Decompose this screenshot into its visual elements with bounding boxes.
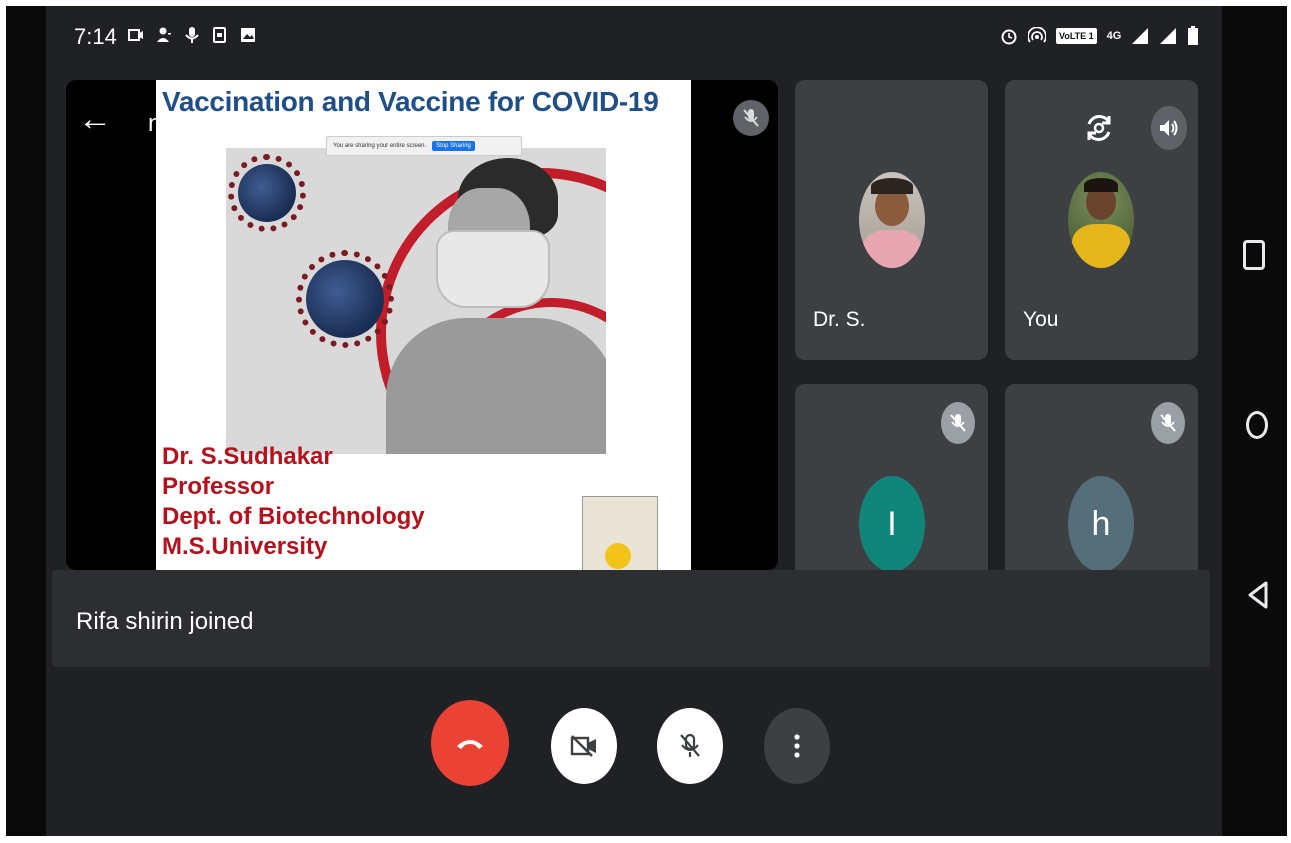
participant-name: You [1023, 308, 1059, 331]
alarm-icon [1001, 29, 1017, 45]
slide-person-body [386, 318, 606, 454]
audio-output-button[interactable] [1151, 106, 1187, 150]
virus-image [296, 250, 394, 348]
network-type: 4G [1106, 30, 1122, 42]
shared-slide: Vaccination and Vaccine for COVID-19 You… [156, 80, 691, 570]
mic-off-icon [941, 402, 975, 444]
slide-presenter-line: M.S.University [162, 533, 328, 560]
participant-name: Dr. S. [813, 308, 866, 331]
slide-person-mask [436, 230, 550, 308]
camera-toggle-button[interactable] [551, 708, 617, 784]
avatar: h [1068, 476, 1134, 570]
slide-presenter-line: Dr. S.Sudhakar [162, 443, 333, 470]
end-call-button[interactable] [431, 700, 509, 786]
mic-off-icon [1151, 402, 1185, 444]
hotspot-icon [1028, 27, 1046, 43]
avatar [1068, 172, 1134, 268]
phone-screen: 7:14 VoLTE 1 4G Vaccination and Vaccine … [6, 6, 1287, 836]
camera-off-icon [570, 735, 596, 757]
mic-toggle-button[interactable] [657, 708, 723, 784]
presentation-tile[interactable]: Vaccination and Vaccine for COVID-19 You… [66, 80, 778, 570]
avatar [859, 172, 925, 268]
mic-off-icon [733, 100, 769, 136]
frame-bottom [0, 836, 1291, 843]
more-options-button[interactable] [764, 708, 830, 784]
mic-icon [185, 27, 199, 43]
participant-tile[interactable]: Dr. S. [795, 80, 988, 360]
status-left-icons [128, 26, 256, 44]
participant-tile[interactable]: I [795, 384, 988, 570]
4g-signal-icon [1132, 28, 1149, 44]
avatar-letter: h [1091, 504, 1111, 543]
recent-apps-button[interactable] [1243, 240, 1265, 270]
university-logo [582, 496, 658, 570]
back-arrow-icon[interactable]: ← [78, 102, 112, 136]
share-banner-text: You are sharing your entire screen. [333, 143, 427, 149]
chevron-right-icon [299, 119, 306, 129]
slide-presenter-line: Dept. of Biotechnology [162, 503, 425, 530]
signal-icon [1160, 28, 1177, 44]
participant-tile[interactable]: h [1005, 384, 1198, 570]
speaker-icon [1160, 120, 1178, 136]
avatar: I [859, 476, 925, 570]
image-icon [241, 28, 255, 42]
switch-camera-icon[interactable] [1079, 106, 1119, 150]
participant-tile-self[interactable]: You [1005, 80, 1198, 360]
join-notification: Rifa shirin joined [52, 570, 1210, 667]
battery-icon [1188, 26, 1199, 45]
meeting-code: nyc-hbvh-xvh [148, 110, 291, 137]
meet-app: 7:14 VoLTE 1 4G Vaccination and Vaccine … [46, 6, 1222, 836]
screen-record-icon [128, 29, 143, 41]
meeting-code-button[interactable]: nyc-hbvh-xvh [148, 110, 307, 138]
home-button[interactable] [1246, 411, 1268, 439]
avatar-letter: I [887, 504, 897, 543]
volte-badge: VoLTE 1 [1056, 28, 1097, 44]
sim-icon [213, 27, 226, 43]
stop-sharing-button: Stop Sharing [432, 141, 475, 151]
back-button[interactable] [1247, 580, 1269, 610]
status-time: 7:14 [74, 24, 117, 49]
slide-photo [226, 148, 606, 454]
status-right-icons: VoLTE 1 4G [1000, 26, 1199, 46]
more-options-icon [794, 734, 800, 758]
end-call-icon [457, 740, 483, 749]
person-add-icon [157, 27, 171, 42]
frame-right [1287, 0, 1291, 843]
mic-off-icon [680, 733, 700, 757]
slide-presenter-line: Professor [162, 473, 275, 500]
virus-image [228, 154, 306, 232]
screen-share-banner: You are sharing your entire screen. Stop… [326, 136, 522, 156]
slide-presenter-info: Dr. S.Sudhakar Professor Dept. of Biotec… [162, 442, 425, 562]
notification-text: Rifa shirin joined [76, 608, 254, 635]
